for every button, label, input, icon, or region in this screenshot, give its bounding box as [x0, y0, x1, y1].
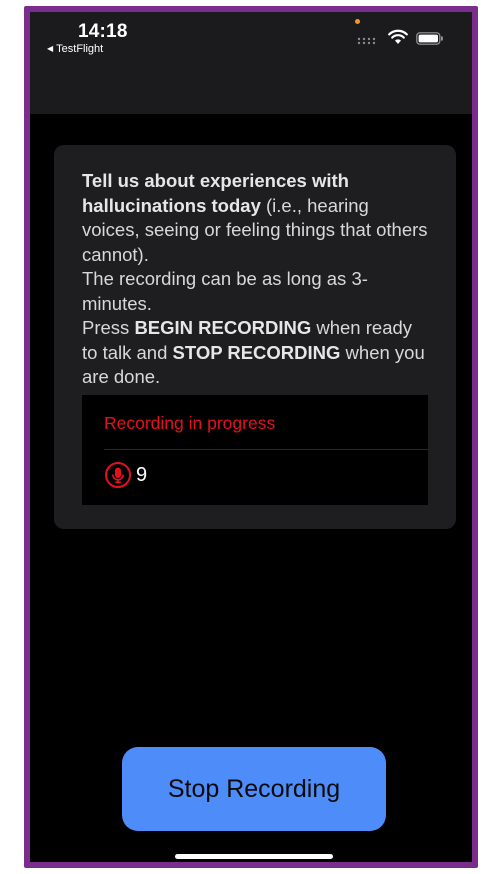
back-triangle-icon: ◀	[47, 44, 54, 53]
duration-note: The recording can be as long as 3-minute…	[82, 268, 368, 314]
cellular-signal-icon	[357, 37, 376, 45]
stop-recording-button[interactable]: Stop Recording	[122, 747, 386, 831]
back-to-app-link[interactable]: ◀ TestFlight	[47, 43, 103, 55]
home-indicator[interactable]	[175, 854, 333, 859]
wifi-icon	[388, 29, 408, 44]
status-bar: 14:18 ◀ TestFlight	[30, 12, 472, 114]
back-app-label: TestFlight	[56, 43, 104, 55]
divider	[104, 449, 428, 450]
privacy-indicator-dot	[355, 19, 360, 24]
recording-status-panel: Recording in progress 9	[82, 395, 428, 505]
instr-stop-bold: STOP RECORDING	[172, 341, 341, 363]
recording-timer-row: 9	[104, 461, 147, 489]
instructions-text: Tell us about experiences with hallucina…	[82, 169, 430, 390]
recording-timer: 9	[136, 463, 148, 486]
instr-part-1: Press	[82, 317, 135, 338]
instr-begin-bold: BEGIN RECORDING	[134, 317, 312, 338]
phone-screen: 14:18 ◀ TestFlight Tell us about experie…	[30, 12, 472, 862]
microphone-icon	[105, 462, 131, 488]
battery-icon	[416, 32, 443, 45]
recording-card: Tell us about experiences with hallucina…	[54, 145, 456, 529]
question-paragraph: Tell us about experiences with hallucina…	[82, 169, 430, 267]
clock: 14:18	[78, 21, 128, 42]
button-instructions: Press BEGIN RECORDING when ready to talk…	[82, 316, 430, 390]
recording-status-text: Recording in progress	[104, 413, 276, 433]
